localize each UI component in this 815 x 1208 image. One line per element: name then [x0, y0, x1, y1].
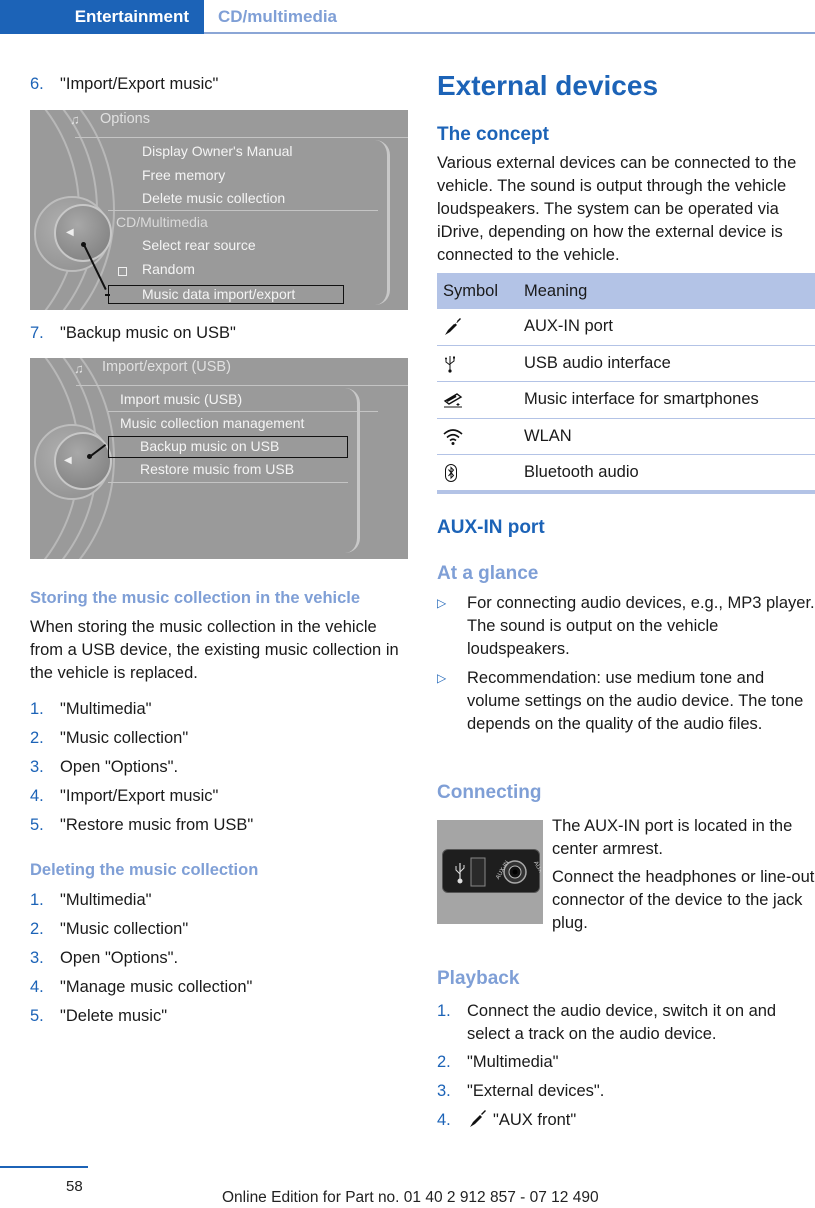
menu-item-selected: Music data import/export — [142, 286, 296, 302]
playback-step: 4. "AUX front" — [437, 1110, 577, 1129]
connecting-p2: Connect the headphones or line-out conne… — [552, 868, 815, 932]
aux-label: AUX-IN — [532, 860, 541, 881]
table-header: Symbol Meaning — [437, 273, 815, 309]
playback-step: 3. "External devices". — [437, 1082, 605, 1100]
glance-heading: At a glance — [437, 563, 539, 584]
menu-item: Restore music from USB — [140, 461, 295, 477]
deleting-step: 5. "Delete music" — [30, 1007, 168, 1025]
storing-step: 1. "Multimedia" — [30, 700, 152, 718]
deleting-step: 3. Open "Options". — [30, 949, 179, 967]
menu-item: Delete music collection — [142, 190, 286, 206]
section-tab: Entertainment — [0, 0, 204, 34]
column-header: Symbol — [443, 282, 499, 300]
import-export-screenshot: ◀ ♫ Import/export (USB) Import music (US… — [30, 358, 408, 559]
left-arrow-icon: ◀ — [64, 455, 72, 466]
screen-title: Import/export (USB) — [102, 359, 231, 375]
menu-item: Display Owner's Manual — [142, 143, 293, 159]
options-icon: ♫ — [74, 361, 84, 376]
edition-note: Online Edition for Part no. 01 40 2 912 … — [222, 1189, 599, 1206]
table-row: USB audio interface — [437, 346, 815, 382]
storing-heading: Storing the music collection in the vehi… — [30, 589, 361, 607]
playback-step: 1. Connect the audio device, switch it on… — [437, 1002, 777, 1043]
options-icon: ♫ — [70, 112, 80, 127]
column-header: Meaning — [524, 282, 588, 300]
footer-rule — [0, 1166, 88, 1168]
symbol-table: Symbol Meaning AUX-IN port USB audio int… — [437, 273, 815, 494]
triangle-bullet-icon: ▷ — [437, 671, 447, 685]
aux-plug-icon — [445, 318, 461, 335]
menu-item: Music collection management — [120, 415, 305, 431]
deleting-step: 2. "Music collection" — [30, 920, 189, 938]
menu-item-selected: Backup music on USB — [140, 438, 280, 454]
storing-step: 4. "Import/Export music" — [30, 787, 219, 805]
storing-step: 2. "Music collection" — [30, 729, 189, 747]
usb-socket — [470, 857, 486, 887]
step-7: 7. "Backup music on USB" — [30, 324, 236, 342]
menu-item: Free memory — [142, 167, 226, 183]
subsection-label: CD/multimedia — [218, 7, 338, 26]
table-row: Music interface for smartphones — [437, 382, 815, 419]
playback-step: 2. "Multimedia" — [437, 1053, 559, 1071]
bullet-item: ▷ For connecting audio devices, e.g., MP… — [437, 594, 815, 658]
step-6: 6. "Import/Export music" — [30, 75, 219, 93]
aux-plug-icon — [470, 1110, 486, 1127]
usb-icon — [445, 355, 455, 373]
connecting-heading: Connecting — [437, 782, 542, 803]
bluetooth-icon — [445, 464, 457, 482]
deleting-heading: Deleting the music collection — [30, 861, 259, 879]
table-row: AUX-IN port — [437, 309, 815, 346]
menu-group-label: CD/Multimedia — [116, 214, 208, 230]
header-rule — [204, 32, 815, 34]
page-header: Entertainment CD/multimedia — [0, 0, 815, 34]
section-label: Entertainment — [74, 7, 189, 26]
page-title: External devices — [437, 70, 659, 101]
connecting-p1: The AUX-IN port is located in the center… — [552, 817, 793, 858]
storing-body: When storing the music collection in the… — [30, 618, 399, 682]
screen-title: Options — [100, 111, 150, 127]
menu-item: Import music (USB) — [120, 391, 243, 407]
concept-heading: The concept — [437, 124, 549, 145]
smartphone-interface-icon — [443, 393, 463, 408]
scrollbar — [330, 388, 360, 553]
table-row: Bluetooth audio — [437, 455, 815, 492]
storing-step: 3. Open "Options". — [30, 758, 179, 776]
menu-item: Select rear source — [142, 237, 256, 253]
storing-step: 5. "Restore music from USB" — [30, 816, 254, 834]
deleting-step: 1. "Multimedia" — [30, 891, 152, 909]
page-number: 58 — [66, 1178, 83, 1195]
left-arrow-icon: ◀ — [66, 227, 74, 238]
table-row: WLAN — [437, 419, 815, 455]
aux-heading: AUX-IN port — [437, 517, 545, 538]
wlan-icon — [443, 428, 463, 445]
scrollbar — [360, 140, 390, 305]
playback-heading: Playback — [437, 968, 520, 989]
concept-body: Various external devices can be connecte… — [437, 154, 797, 264]
aux-port-photo: AUX-IN AUX-IN — [437, 820, 547, 924]
triangle-bullet-icon: ▷ — [437, 596, 447, 610]
menu-item: Random — [142, 261, 195, 277]
options-screenshot: ◀ ♫ Options Display Owner's Manual Free … — [30, 110, 408, 310]
usb-icon — [455, 863, 465, 884]
bullet-item: ▷ Recommendation: use medium tone and vo… — [437, 669, 804, 733]
deleting-step: 4. "Manage music collection" — [30, 978, 253, 996]
checkbox-icon — [118, 267, 127, 276]
